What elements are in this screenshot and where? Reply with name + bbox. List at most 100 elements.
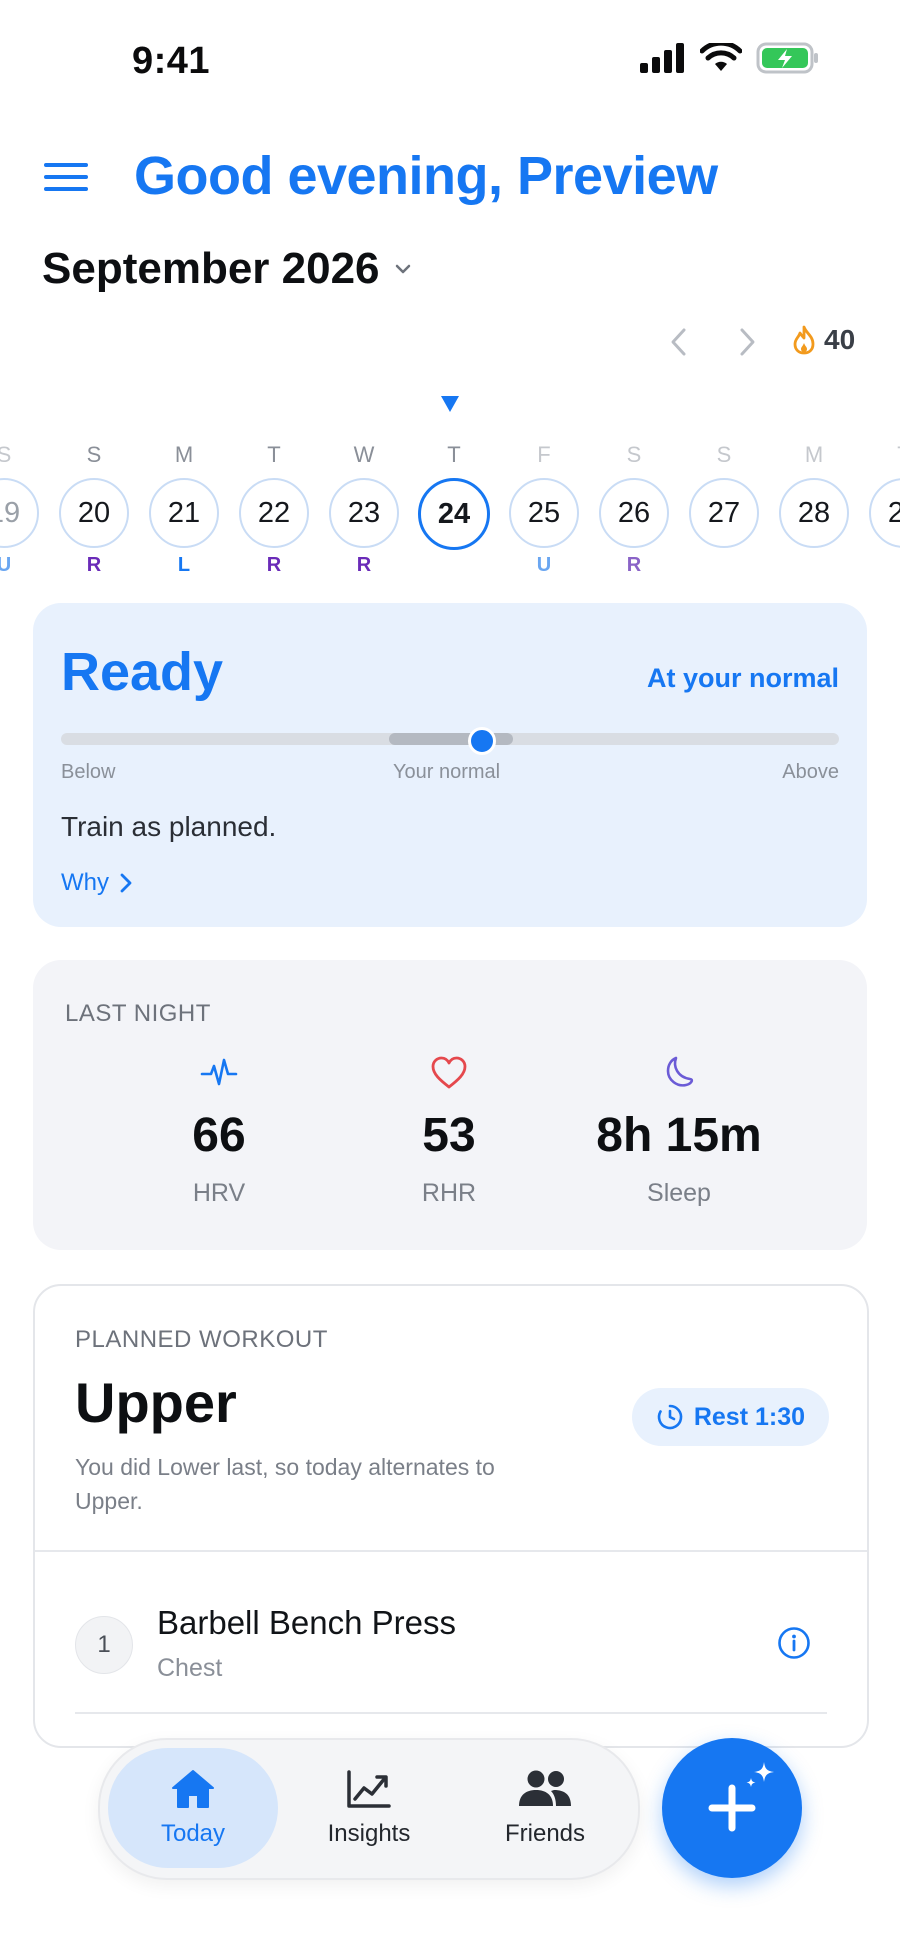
previous-week-button[interactable] — [664, 324, 694, 360]
day-of-week: T — [447, 442, 461, 467]
tab-bar: Today Insights Friends — [98, 1738, 640, 1880]
flame-icon — [793, 325, 815, 355]
people-icon — [519, 1770, 571, 1806]
day-date: 27 — [689, 478, 759, 548]
day-item[interactable]: T 22 R — [238, 440, 310, 580]
next-week-button[interactable] — [732, 324, 762, 360]
why-label: Why — [61, 869, 109, 896]
divider — [35, 1550, 867, 1552]
readiness-status: At your normal — [646, 663, 839, 693]
day-date: 29 — [869, 478, 900, 548]
day-of-week: S — [0, 442, 12, 467]
info-icon[interactable] — [777, 1626, 811, 1660]
day-item-today[interactable]: T 24 — [418, 440, 490, 582]
readiness-indicator — [468, 727, 496, 755]
day-date: 28 — [779, 478, 849, 548]
streak-badge[interactable]: 40 — [792, 324, 855, 356]
exercise-name[interactable]: Barbell Bench Press — [157, 1604, 456, 1642]
chart-icon — [347, 1770, 391, 1808]
tab-today[interactable]: Today — [108, 1748, 278, 1868]
day-tag: R — [86, 554, 102, 576]
day-of-week: T — [267, 442, 281, 467]
sleep-value: 8h 15m — [596, 1109, 762, 1162]
day-date: 24 — [418, 478, 490, 550]
heart-icon — [431, 1056, 467, 1089]
day-item[interactable]: M 28 — [778, 440, 850, 580]
readiness-advice: Train as planned. — [61, 811, 277, 842]
why-link[interactable]: Why — [61, 869, 133, 897]
day-of-week: W — [353, 442, 375, 467]
workout-description: You did Lower last, so today alternates … — [75, 1454, 495, 1514]
day-item[interactable]: M 21 L — [148, 440, 220, 580]
day-tag — [868, 550, 900, 580]
day-item[interactable]: S 26 R — [598, 440, 670, 580]
status-icons — [640, 42, 820, 74]
day-item[interactable]: S 20 R — [58, 440, 130, 580]
hrv-metric: 66 HRV — [99, 1052, 339, 1208]
add-button[interactable] — [662, 1738, 802, 1878]
tab-friends[interactable]: Friends — [460, 1748, 630, 1868]
tab-insights[interactable]: Insights — [284, 1748, 454, 1868]
timer-icon — [657, 1404, 683, 1430]
scale-label-below: Below — [61, 761, 116, 783]
divider — [75, 1712, 827, 1714]
rest-timer-button[interactable]: Rest 1:30 — [631, 1388, 829, 1446]
chevron-down-icon — [395, 264, 410, 274]
rest-label: Rest 1:30 — [693, 1402, 805, 1431]
readiness-title: Ready — [61, 642, 224, 702]
rhr-value: 53 — [422, 1109, 476, 1162]
heartbeat-icon — [200, 1058, 238, 1086]
scale-label-above: Above — [782, 761, 839, 783]
exercise-number: 1 — [75, 1616, 133, 1674]
last-night-label: LAST NIGHT — [65, 1000, 211, 1027]
month-label: September 2026 — [42, 244, 380, 293]
planned-workout-label: PLANNED WORKOUT — [75, 1326, 328, 1353]
rhr-label: RHR — [421, 1179, 477, 1207]
menu-icon[interactable] — [44, 163, 88, 195]
hrv-label: HRV — [192, 1179, 246, 1207]
home-icon — [172, 1770, 214, 1808]
planned-workout-card[interactable]: PLANNED WORKOUT Upper You did Lower last… — [33, 1284, 869, 1748]
month-selector[interactable]: September 2026 — [42, 244, 412, 294]
wifi-icon — [700, 43, 742, 71]
scale-label-normal: Your normal — [393, 761, 501, 783]
day-of-week: F — [537, 442, 551, 467]
workout-title: Upper — [75, 1371, 237, 1434]
signal-icon — [640, 43, 684, 73]
day-tag — [778, 550, 850, 580]
day-date: 19 — [0, 478, 39, 548]
day-date: 25 — [509, 478, 579, 548]
rhr-metric: 53 RHR — [329, 1052, 569, 1208]
readiness-card[interactable]: Ready At your normal Below Your normal A… — [33, 603, 867, 927]
exercise-muscle: Chest — [157, 1654, 223, 1682]
day-tag: R — [266, 554, 282, 576]
chevron-right-icon — [120, 873, 132, 893]
tab-label: Insights — [327, 1820, 411, 1847]
day-item[interactable]: W 23 R — [328, 440, 400, 580]
day-tag: L — [177, 554, 191, 576]
sleep-label: Sleep — [647, 1179, 711, 1207]
day-of-week: M — [804, 442, 824, 467]
battery-icon — [756, 42, 818, 74]
tab-label: Friends — [504, 1820, 586, 1847]
day-of-week: S — [716, 442, 732, 467]
day-tag — [418, 552, 490, 582]
day-item[interactable]: S 19 U — [0, 440, 40, 580]
greeting-title: Good evening, Preview — [134, 146, 718, 206]
day-tag: R — [626, 554, 642, 576]
day-tag: R — [356, 554, 372, 576]
day-item[interactable]: F 25 U — [508, 440, 580, 580]
day-tag: U — [536, 554, 552, 576]
day-date: 20 — [59, 478, 129, 548]
day-item[interactable]: T 29 — [868, 440, 900, 580]
day-of-week: S — [626, 442, 642, 467]
last-night-card[interactable]: LAST NIGHT 66 HRV 53 RHR 8h 15m Sleep — [33, 960, 867, 1250]
streak-count: 40 — [824, 324, 856, 355]
day-date: 21 — [149, 478, 219, 548]
today-marker-icon — [441, 396, 459, 412]
day-tag: U — [0, 554, 12, 576]
tab-label: Today — [160, 1820, 226, 1847]
day-date: 23 — [329, 478, 399, 548]
day-item[interactable]: S 27 — [688, 440, 760, 580]
day-tag — [688, 550, 760, 580]
